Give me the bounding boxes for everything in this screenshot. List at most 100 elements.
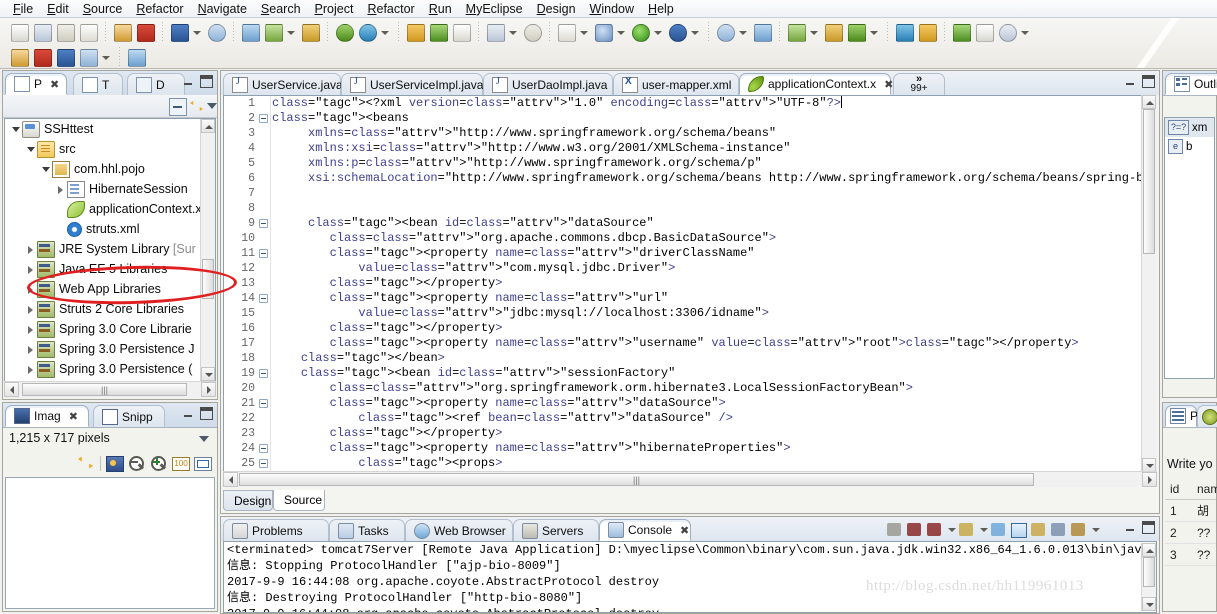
refresh-icon-dropdown-arrow[interactable]: [808, 21, 819, 43]
prev-edit-icon[interactable]: [77, 46, 99, 68]
run-icon-dropdown-arrow[interactable]: [652, 21, 663, 43]
table-row[interactable]: 2??: [1165, 522, 1216, 544]
tree-item[interactable]: Spring 3.0 Persistence J: [5, 339, 215, 359]
scroll-left-button[interactable]: [4, 382, 19, 397]
editor-vertical-scrollbar[interactable]: [1141, 95, 1157, 472]
scroll-right-button[interactable]: [201, 382, 216, 397]
tab-editor-4[interactable]: applicationContext.x ✖: [739, 73, 893, 95]
close-icon[interactable]: ✖: [69, 410, 78, 423]
run-history-icon[interactable]: [666, 21, 688, 43]
run-history-icon-dropdown-arrow[interactable]: [689, 21, 700, 43]
scroll-left-button[interactable]: [223, 472, 238, 487]
package-explorer-icon[interactable]: [134, 21, 156, 43]
scroll-thumb-h[interactable]: |||: [239, 473, 1034, 486]
deploy-icon[interactable]: [111, 21, 133, 43]
scroll-lock-icon[interactable]: [990, 521, 1007, 538]
tree-item[interactable]: Spring 3.0 Persistence (: [5, 359, 215, 379]
menu-item-design[interactable]: Design: [530, 1, 583, 17]
source-code[interactable]: class="tagc"><?xml version=class="attrv"…: [272, 96, 1156, 486]
menu-item-search[interactable]: Search: [254, 1, 308, 17]
print-icon[interactable]: [77, 21, 99, 43]
clear-icon[interactable]: [958, 521, 975, 538]
remove-all-icon-dropdown-arrow[interactable]: [946, 518, 956, 540]
tab-debug[interactable]: [1197, 405, 1217, 427]
refresh-icon[interactable]: [785, 21, 807, 43]
tab-editor-1[interactable]: UserServiceImpl.java: [341, 73, 483, 95]
maximize-icon[interactable]: [1142, 75, 1155, 88]
menu-item-refactor[interactable]: Refactor: [129, 1, 190, 17]
project-tree[interactable]: SSHttest src com.hhl.pojo HibernateSessi…: [4, 118, 216, 382]
new-wizard-icon[interactable]: [8, 21, 30, 43]
menu-item-help[interactable]: Help: [641, 1, 681, 17]
menu-item-refactor[interactable]: Refactor: [360, 1, 421, 17]
open-type-icon[interactable]: [168, 21, 190, 43]
prev-edit-icon-dropdown-arrow[interactable]: [100, 46, 111, 68]
save-all-icon[interactable]: [54, 21, 76, 43]
tab-image-viewer-icon[interactable]: Imag ✖: [5, 405, 89, 427]
debug-icon[interactable]: [592, 21, 614, 43]
fold-toggle[interactable]: [259, 444, 268, 453]
toggle-mark-icon[interactable]: [8, 46, 30, 68]
display-selected-icon[interactable]: [1050, 521, 1067, 538]
tree-vertical-scrollbar[interactable]: [200, 119, 215, 381]
tab-source[interactable]: Source: [273, 490, 325, 511]
fold-toggle[interactable]: [259, 294, 268, 303]
scroll-thumb-h[interactable]: |||: [22, 383, 187, 396]
save-icon[interactable]: [31, 21, 53, 43]
menu-item-source[interactable]: Source: [76, 1, 130, 17]
menu-item-project[interactable]: Project: [308, 1, 361, 17]
maximize-icon[interactable]: [200, 407, 213, 420]
fold-toggle[interactable]: [259, 219, 268, 228]
console-output[interactable]: <terminated> tomcat7Server [Remote Java …: [223, 541, 1157, 613]
web-browser-icon[interactable]: [356, 21, 378, 43]
terminate-icon[interactable]: [886, 521, 903, 538]
console-vertical-scrollbar[interactable]: [1141, 543, 1156, 611]
close-icon[interactable]: ✖: [50, 78, 59, 91]
snapshot-icon[interactable]: [555, 21, 577, 43]
web-browser-icon-dropdown-arrow[interactable]: [379, 21, 390, 43]
snapshot-icon-dropdown-arrow[interactable]: [578, 21, 589, 43]
new-class-icon[interactable]: [262, 21, 284, 43]
fit-image-icon[interactable]: [106, 455, 124, 472]
scroll-up-button[interactable]: [1142, 543, 1156, 557]
tab-package-explorer-icon[interactable]: P ✖: [5, 73, 67, 95]
zoom-in-icon[interactable]: [150, 455, 167, 472]
outline-tree[interactable]: ?=? xm e b: [1164, 117, 1215, 379]
new-java-project-icon[interactable]: [239, 21, 261, 43]
scroll-down-button[interactable]: [201, 367, 215, 381]
clear-icon-dropdown-arrow[interactable]: [978, 518, 988, 540]
db-explorer-icon[interactable]: [299, 21, 321, 43]
open-folder-icon[interactable]: [404, 21, 426, 43]
print-doc-icon[interactable]: [916, 21, 938, 43]
word-wrap-icon[interactable]: [1010, 521, 1027, 538]
scroll-up-button[interactable]: [1142, 95, 1156, 109]
menu-item-navigate[interactable]: Navigate: [191, 1, 254, 17]
new-view-icon[interactable]: [973, 21, 995, 43]
remove-launch-icon[interactable]: [906, 521, 923, 538]
menu-item-window[interactable]: Window: [583, 1, 641, 17]
fold-toggle[interactable]: [259, 369, 268, 378]
new-table-icon[interactable]: [751, 21, 773, 43]
scroll-up-button[interactable]: [201, 119, 215, 133]
tab-problems-icon[interactable]: Problems: [223, 519, 329, 541]
editor-horizontal-scrollbar[interactable]: |||: [223, 471, 1157, 487]
fold-toggle[interactable]: [259, 114, 268, 123]
link-with-editor-icon[interactable]: [190, 99, 205, 113]
new-class-icon-dropdown-arrow[interactable]: [285, 21, 296, 43]
chart-icon-dropdown-arrow[interactable]: [507, 21, 518, 43]
report-icon[interactable]: [450, 21, 472, 43]
tree-item[interactable]: JRE System Library [Sur: [5, 239, 215, 259]
scroll-down-button[interactable]: [1142, 597, 1156, 611]
fold-toggle[interactable]: [259, 399, 268, 408]
open-file-icon[interactable]: [893, 21, 915, 43]
run-icon[interactable]: [629, 21, 651, 43]
debug-icon-dropdown-arrow[interactable]: [615, 21, 626, 43]
run-config-icon-dropdown-arrow[interactable]: [737, 21, 748, 43]
doc-icon[interactable]: [950, 21, 972, 43]
fit-window-icon[interactable]: [194, 455, 212, 472]
table-row[interactable]: 1胡: [1165, 500, 1216, 522]
minimize-icon[interactable]: [1124, 521, 1137, 534]
scroll-thumb[interactable]: [1143, 557, 1155, 587]
tree-item[interactable]: Spring 3.0 Core Librarie: [5, 319, 215, 339]
collapse-all-icon[interactable]: [169, 98, 187, 116]
